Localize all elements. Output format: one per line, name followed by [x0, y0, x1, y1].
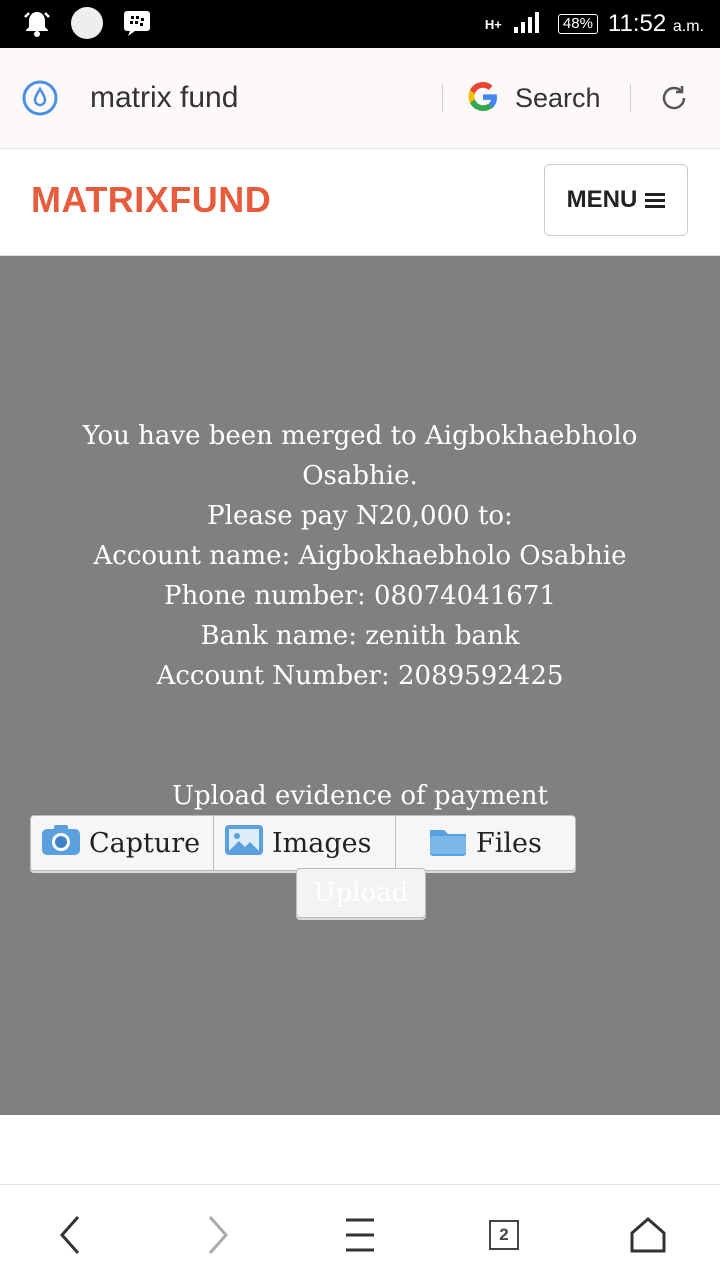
menu-icon[interactable] — [338, 1213, 382, 1257]
capture-label: Capture — [89, 827, 201, 859]
forward-icon[interactable] — [196, 1213, 240, 1257]
payment-modal-overlay: You have been merged to Aigbokhaebholo O… — [0, 256, 720, 1115]
network-type: H+ — [484, 16, 502, 32]
signal-icon — [512, 9, 548, 40]
phone-number-line: Phone number: 08074041671 — [164, 581, 556, 611]
upload-button[interactable]: Upload — [296, 868, 426, 918]
google-icon[interactable] — [466, 80, 500, 114]
merge-message: You have been merged to Aigbokhaebholo O… — [40, 416, 680, 696]
bbm-icon — [120, 6, 154, 40]
files-label: Files — [476, 827, 542, 859]
url-text[interactable]: matrix fund — [90, 78, 238, 118]
brand-logo[interactable]: MATRIXFUND — [31, 179, 271, 221]
bank-name-line: Bank name: zenith bank — [200, 621, 520, 651]
account-number-line: Account Number: 2089592425 — [156, 661, 564, 691]
capture-button[interactable]: Capture — [31, 816, 214, 870]
site-header: MATRIXFUND MENU — [0, 149, 720, 256]
images-label: Images — [272, 827, 372, 859]
alarm-icon — [20, 6, 54, 40]
image-icon — [224, 824, 264, 863]
images-button[interactable]: Images — [214, 816, 396, 870]
status-bar: H+ 48% 11:52 a.m. — [0, 0, 720, 48]
site-info-icon[interactable] — [20, 78, 60, 118]
browser-bottom-nav: 2 — [0, 1184, 720, 1281]
battery-indicator: 48% — [557, 14, 598, 34]
folder-icon — [428, 824, 468, 863]
browser-address-bar: matrix fund Search — [0, 48, 720, 149]
menu-label: MENU — [566, 186, 638, 213]
notification-dot-icon — [70, 6, 104, 40]
refresh-icon[interactable] — [656, 80, 692, 116]
search-label[interactable]: Search — [515, 78, 601, 118]
clock: 11:52 a.m. — [607, 10, 704, 37]
files-button[interactable]: Files — [396, 816, 575, 870]
divider — [442, 84, 443, 112]
camera-icon — [41, 824, 81, 863]
account-name-line: Account name: Aigbokhaebholo Osabhie — [93, 541, 627, 571]
pay-amount-line: Please pay N20,000 to: — [207, 501, 513, 531]
home-icon[interactable] — [626, 1213, 670, 1257]
back-icon[interactable] — [48, 1213, 92, 1257]
divider — [630, 84, 631, 112]
merge-line: You have been merged to Aigbokhaebholo O… — [82, 421, 638, 491]
file-source-picker: Capture Images Files — [30, 815, 576, 871]
tabs-button[interactable]: 2 — [482, 1213, 526, 1257]
hamburger-icon — [645, 190, 666, 211]
menu-button[interactable]: MENU — [544, 164, 688, 236]
tab-count: 2 — [489, 1220, 519, 1250]
upload-evidence-label: Upload evidence of payment — [172, 781, 548, 811]
